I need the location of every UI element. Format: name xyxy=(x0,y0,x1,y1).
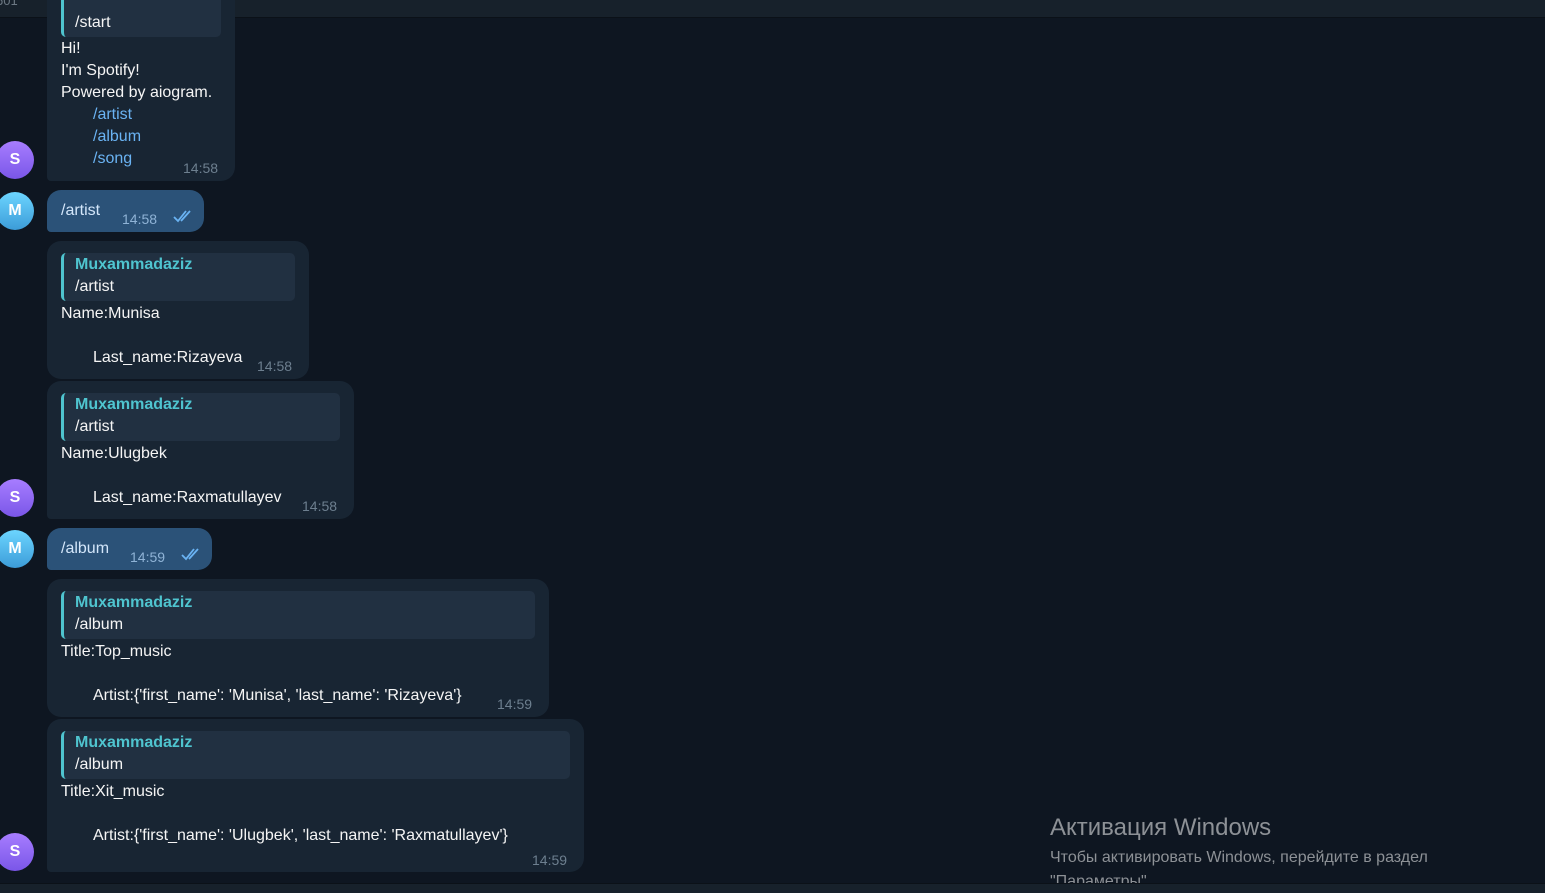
message-time: 14:59 xyxy=(532,852,568,868)
reply-text: /artist xyxy=(75,278,115,295)
message-text-line: Artist:{'first_name': 'Munisa', 'last_na… xyxy=(93,687,462,704)
message-user-album[interactable]: /album 14:59 xyxy=(47,528,212,570)
user-avatar[interactable]: M xyxy=(0,530,34,568)
reply-text: /artist xyxy=(75,418,115,435)
windows-activation-text: Чтобы активировать Windows, перейдите в … xyxy=(1050,849,1428,866)
message-text-line: Title:Top_music xyxy=(61,643,172,660)
message-text: /album xyxy=(61,540,110,557)
message-time: 14:58 xyxy=(122,211,158,227)
reply-author: Muxammadaziz xyxy=(75,396,193,413)
message-text: /artist xyxy=(61,202,101,219)
message-text-line: Title:Xit_music xyxy=(61,783,165,800)
bot-avatar[interactable]: S xyxy=(0,833,34,871)
message-text-line: Name:Ulugbek xyxy=(61,445,167,462)
message-time: 14:58 xyxy=(183,160,219,176)
reply-preview[interactable]: Muxammadaziz /album xyxy=(61,731,570,779)
message-bot-album-1[interactable]: Muxammadaziz /album Title:Top_music Arti… xyxy=(47,579,549,717)
reply-text: /album xyxy=(75,756,124,773)
reply-text: /album xyxy=(75,616,124,633)
reply-text: /start xyxy=(75,14,111,31)
command-link-song[interactable]: /song xyxy=(93,148,132,170)
message-text-line: I'm Spotify! xyxy=(61,62,140,79)
message-bot-artist-1[interactable]: Muxammadaziz /artist Name:Munisa Last_na… xyxy=(47,241,309,379)
user-avatar[interactable]: M xyxy=(0,192,34,230)
reply-author: Muxammadaziz xyxy=(75,734,193,751)
message-bot-album-2[interactable]: Muxammadaziz /album Title:Xit_music Arti… xyxy=(47,719,584,872)
message-text-line: Last_name:Rizayeva xyxy=(93,349,243,366)
message-time: 14:58 xyxy=(257,358,293,374)
reply-author: Muxammadaziz xyxy=(75,256,193,273)
reply-preview[interactable]: Muxammadaziz /artist xyxy=(61,253,295,301)
reply-preview[interactable]: Muxammadaziz /artist xyxy=(61,393,340,441)
message-text-line: Artist:{'first_name': 'Ulugbek', 'last_n… xyxy=(93,827,508,844)
read-ticks-icon xyxy=(173,210,191,223)
bot-avatar[interactable]: S xyxy=(0,141,34,179)
message-text-line: Name:Munisa xyxy=(61,305,160,322)
message-text-line: Last_name:Raxmatullayev xyxy=(93,489,282,506)
command-link-artist[interactable]: /artist xyxy=(93,104,132,126)
message-user-artist[interactable]: /artist 14:58 xyxy=(47,190,204,232)
message-text-line: Hi! xyxy=(61,40,81,57)
top-bar-cut-text: 601 xyxy=(0,0,18,8)
message-text-line: Powered by aiogram. xyxy=(61,84,213,101)
message-time: 14:59 xyxy=(130,549,166,565)
message-time: 14:58 xyxy=(302,498,338,514)
message-bot-artist-2[interactable]: Muxammadaziz /artist Name:Ulugbek Last_n… xyxy=(47,381,354,519)
reply-author: Muxammadaziz xyxy=(75,594,193,611)
reply-preview[interactable]: Muxammadaziz /album xyxy=(61,591,535,639)
bot-avatar[interactable]: S xyxy=(0,479,34,517)
message-time: 14:59 xyxy=(497,696,533,712)
reply-preview[interactable]: /start xyxy=(61,0,221,37)
message-bot-intro[interactable]: /start Hi! I'm Spotify! Powered by aiogr… xyxy=(47,0,235,181)
command-link-album[interactable]: /album xyxy=(93,126,141,148)
windows-activation-title: Активация Windows xyxy=(1050,814,1272,841)
read-ticks-icon xyxy=(181,548,199,561)
